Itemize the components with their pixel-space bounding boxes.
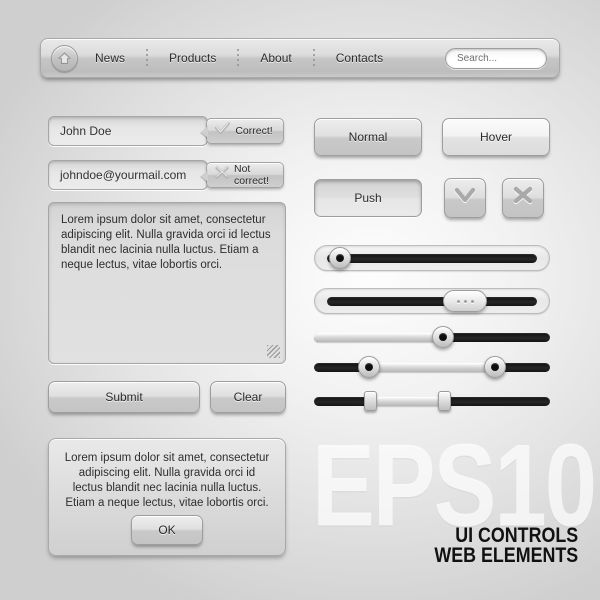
handle-dot-icon bbox=[456, 299, 460, 303]
slider-handle-low[interactable] bbox=[364, 391, 377, 411]
slider-single-left[interactable] bbox=[314, 245, 550, 271]
hover-state-button[interactable]: Hover bbox=[442, 118, 550, 156]
message-textarea[interactable]: Lorem ipsum dolor sit amet, consectetur … bbox=[48, 202, 286, 364]
slider-handle-high[interactable] bbox=[438, 391, 451, 411]
slider-track-shell bbox=[314, 288, 550, 314]
home-button[interactable] bbox=[51, 44, 78, 72]
search-placeholder: Search... bbox=[457, 53, 498, 64]
slider-track-shell bbox=[314, 245, 550, 271]
confirm-icon-button[interactable] bbox=[444, 178, 486, 218]
submit-button[interactable]: Submit bbox=[48, 381, 200, 413]
clear-button[interactable]: Clear bbox=[210, 381, 286, 413]
slider-handle-low[interactable] bbox=[358, 356, 380, 378]
slider-body bbox=[314, 356, 550, 378]
message-textarea-value: Lorem ipsum dolor sit amet, consectetur … bbox=[61, 214, 271, 271]
validation-correct-label: Correct! bbox=[235, 125, 273, 137]
name-field-value: John Doe bbox=[60, 124, 112, 138]
handle-dot-icon bbox=[470, 299, 474, 303]
check-icon bbox=[453, 185, 477, 212]
kit-title: UI CONTROLS WEB ELEMENTS bbox=[409, 524, 578, 568]
slider-track bbox=[327, 254, 537, 263]
handle-dot-icon bbox=[463, 299, 467, 303]
slider-handle[interactable] bbox=[443, 290, 487, 312]
kit-title-line1: UI CONTROLS bbox=[455, 524, 578, 548]
slider-track bbox=[327, 297, 537, 306]
resize-grip-icon[interactable] bbox=[267, 345, 280, 358]
nav-item-news[interactable]: News bbox=[92, 51, 128, 65]
slider-range-rect[interactable] bbox=[314, 390, 550, 412]
dialog-message: Lorem ipsum dolor sit amet, consectetur … bbox=[64, 452, 270, 509]
kit-title-line2: WEB ELEMENTS bbox=[434, 544, 578, 568]
nav-separator-icon bbox=[237, 49, 240, 67]
slider-handle-high[interactable] bbox=[484, 356, 506, 378]
email-field-value: johndoe@yourmail.com bbox=[60, 168, 187, 182]
validation-wrong-label: Not correct! bbox=[234, 163, 270, 187]
slider-body bbox=[314, 390, 550, 412]
slider-fill bbox=[314, 333, 442, 342]
close-icon bbox=[511, 185, 535, 212]
validation-correct-badge: Correct! bbox=[206, 118, 284, 144]
ok-button[interactable]: OK bbox=[131, 515, 203, 545]
nav-item-about[interactable]: About bbox=[257, 51, 294, 65]
slider-handle[interactable] bbox=[432, 326, 454, 348]
nav-separator-icon bbox=[312, 49, 315, 67]
cancel-icon-button[interactable] bbox=[502, 178, 544, 218]
nav-item-contacts[interactable]: Contacts bbox=[333, 51, 386, 65]
cross-icon bbox=[215, 166, 229, 184]
email-field[interactable]: johndoe@yourmail.com bbox=[48, 160, 208, 190]
nav-items: News Products About Contacts bbox=[92, 39, 386, 77]
slider-fill bbox=[366, 363, 494, 372]
slider-fill bbox=[368, 397, 444, 406]
navbar: News Products About Contacts Search... bbox=[40, 38, 560, 78]
nav-item-products[interactable]: Products bbox=[166, 51, 219, 65]
search-input[interactable]: Search... bbox=[445, 48, 547, 69]
home-icon bbox=[57, 51, 72, 66]
nav-separator-icon bbox=[146, 49, 149, 67]
slider-handle[interactable] bbox=[329, 247, 351, 269]
normal-state-button[interactable]: Normal bbox=[314, 118, 422, 156]
slider-progress[interactable] bbox=[314, 326, 550, 348]
validation-wrong-badge: Not correct! bbox=[206, 162, 284, 188]
slider-body bbox=[314, 326, 550, 348]
slider-range-round[interactable] bbox=[314, 356, 550, 378]
slider-pill-handle[interactable] bbox=[314, 288, 550, 314]
dialog-panel: Lorem ipsum dolor sit amet, consectetur … bbox=[48, 438, 286, 556]
push-state-button[interactable]: Push bbox=[314, 179, 422, 217]
check-icon bbox=[215, 122, 231, 140]
name-field[interactable]: John Doe bbox=[48, 116, 208, 146]
